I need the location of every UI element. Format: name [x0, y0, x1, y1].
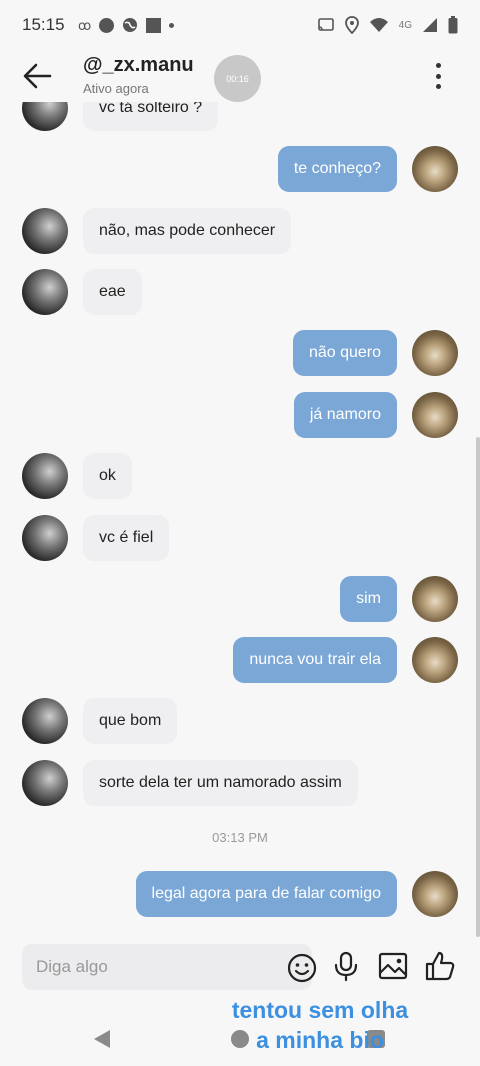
arrow-left-icon [23, 63, 52, 89]
outgoing-message-row: sim [0, 576, 480, 622]
thumbs-up-icon[interactable] [424, 950, 456, 982]
status-time: 15:15 [22, 15, 65, 34]
contact-avatar[interactable] [22, 698, 68, 744]
contact-avatar[interactable] [22, 269, 68, 315]
outgoing-message-bubble[interactable]: te conheço? [277, 146, 397, 192]
outgoing-message-bubble[interactable]: não quero [292, 330, 397, 376]
incoming-message-row: que bom [0, 698, 480, 744]
more-options-button[interactable] [428, 60, 448, 92]
nav-back-icon[interactable] [92, 1028, 112, 1050]
incoming-message-bubble[interactable]: ok [83, 453, 132, 499]
incoming-message-row: não, mas pode conhecer [0, 208, 480, 254]
status-left-icons: ꝏ [77, 17, 174, 33]
incoming-message-bubble[interactable]: não, mas pode conhecer [83, 208, 292, 254]
overlay-caption-line-1: tentou sem olha [231, 997, 409, 1023]
incoming-message-row: sorte dela ter um namorado assim [0, 760, 480, 806]
recording-timer: 00:16 [214, 55, 261, 102]
contact-avatar[interactable] [22, 760, 68, 806]
contact-avatar[interactable] [22, 102, 68, 131]
my-avatar[interactable] [412, 330, 458, 376]
svg-text:ꝏ: ꝏ [78, 19, 91, 32]
message-list[interactable]: 03:13 PM vc tá solteiro ? te conheço? não,… [0, 102, 480, 940]
status-bar: 15:15 ꝏ 4G [0, 0, 480, 50]
my-avatar[interactable] [412, 146, 458, 192]
incoming-message-row: vc é fiel [0, 515, 480, 561]
square-icon [145, 17, 161, 33]
outgoing-message-bubble[interactable]: sim [340, 576, 397, 622]
incoming-message-bubble[interactable]: vc tá solteiro ? [83, 102, 219, 131]
emoji-icon[interactable] [286, 952, 318, 984]
message-input[interactable]: Diga algo [22, 944, 317, 990]
outgoing-message-row: nunca vou trair ela [0, 637, 480, 683]
message-input-placeholder: Diga algo [36, 957, 108, 976]
overlay-caption: tentou sem olha a minha bio [200, 995, 440, 1055]
cast-icon [317, 18, 334, 31]
outgoing-message-row: já namoro [0, 392, 480, 438]
overlay-caption-line-2: a minha bio [256, 1027, 384, 1053]
my-avatar[interactable] [412, 392, 458, 438]
network-label: 4G [398, 19, 412, 31]
incoming-message-row: vc tá solteiro ? [0, 102, 480, 131]
dot-icon [168, 22, 174, 28]
status-right-icons: 4G [317, 16, 458, 34]
incoming-message-bubble[interactable]: vc é fiel [83, 515, 170, 561]
contact-avatar[interactable] [22, 453, 68, 499]
outgoing-message-row: legal agora para de falar comigo [0, 871, 480, 917]
contact-avatar[interactable] [22, 515, 68, 561]
location-icon [344, 16, 359, 34]
incoming-message-bubble[interactable]: que bom [83, 698, 178, 744]
signal-icon [423, 18, 437, 32]
chat-header: @_zx.manu Ativo agora 00:16 [0, 50, 480, 102]
my-avatar[interactable] [412, 637, 458, 683]
battery-icon [448, 16, 458, 34]
presence-status: Ativo agora [83, 81, 149, 96]
incoming-message-bubble[interactable]: eae [83, 269, 142, 315]
outgoing-message-bubble[interactable]: já namoro [293, 392, 397, 438]
chat-username[interactable]: @_zx.manu [83, 54, 194, 77]
message-timestamp: 03:13 PM [212, 830, 268, 845]
incoming-message-row: ok [0, 453, 480, 499]
my-avatar[interactable] [412, 576, 458, 622]
outgoing-message-row: não quero [0, 330, 480, 376]
more-vertical-icon [435, 63, 441, 68]
circle-icon [98, 17, 114, 33]
outgoing-message-bubble[interactable]: legal agora para de falar comigo [135, 871, 397, 917]
wifi-icon [369, 18, 388, 32]
globe-icon [122, 18, 137, 32]
sync-icon: ꝏ [78, 19, 91, 32]
incoming-message-bubble[interactable]: sorte dela ter um namorado assim [83, 760, 358, 806]
incoming-message-row: eae [0, 269, 480, 315]
scrollbar[interactable] [476, 437, 480, 937]
outgoing-message-row: te conheço? [0, 146, 480, 192]
image-icon[interactable] [377, 950, 409, 982]
contact-avatar[interactable] [22, 208, 68, 254]
my-avatar[interactable] [412, 871, 458, 917]
microphone-icon[interactable] [330, 950, 362, 982]
back-button[interactable] [20, 58, 56, 94]
outgoing-message-bubble[interactable]: nunca vou trair ela [233, 637, 397, 683]
